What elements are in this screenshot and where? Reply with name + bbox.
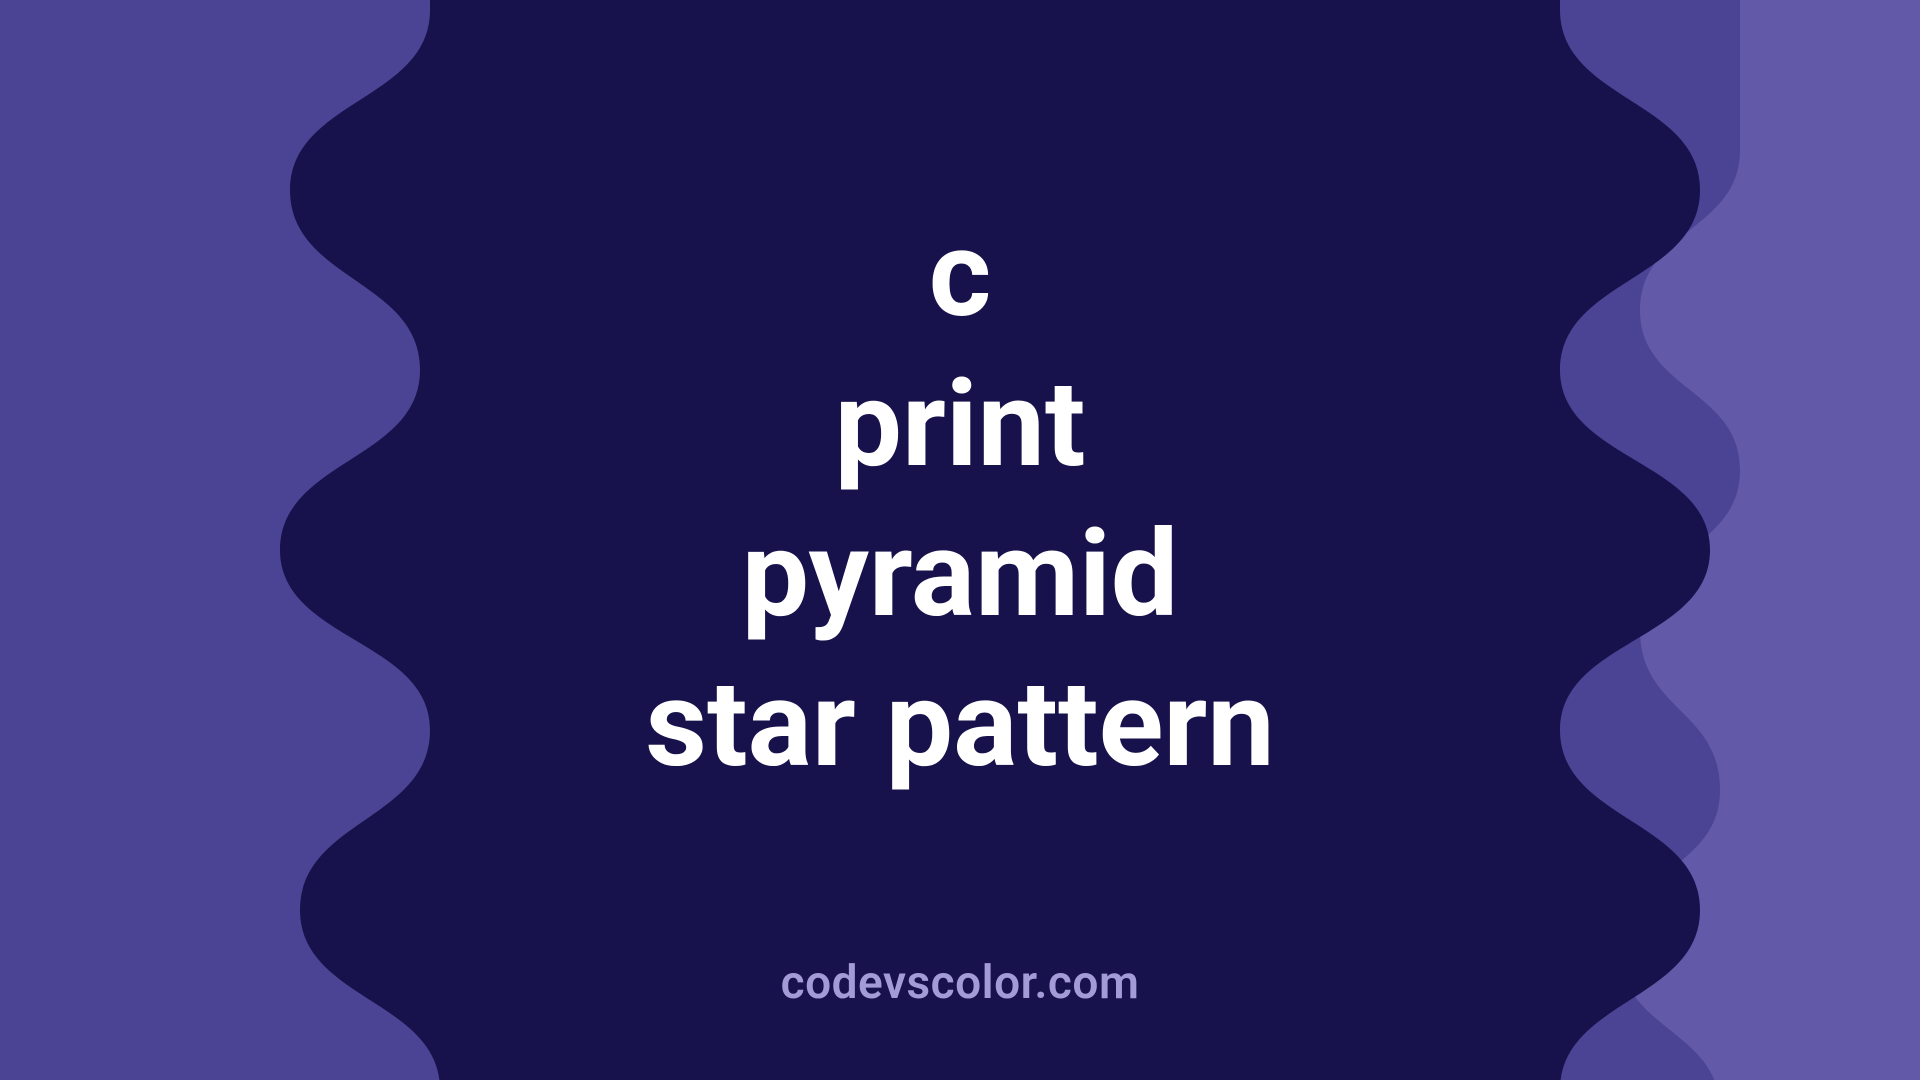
- title-line-4: star pattern: [0, 650, 1920, 800]
- title-line-2: print: [0, 350, 1920, 500]
- title-line-3: pyramid: [0, 500, 1920, 650]
- title: c print pyramid star pattern: [0, 200, 1920, 800]
- title-line-1: c: [0, 200, 1920, 350]
- watermark: codevscolor.com: [0, 956, 1920, 1010]
